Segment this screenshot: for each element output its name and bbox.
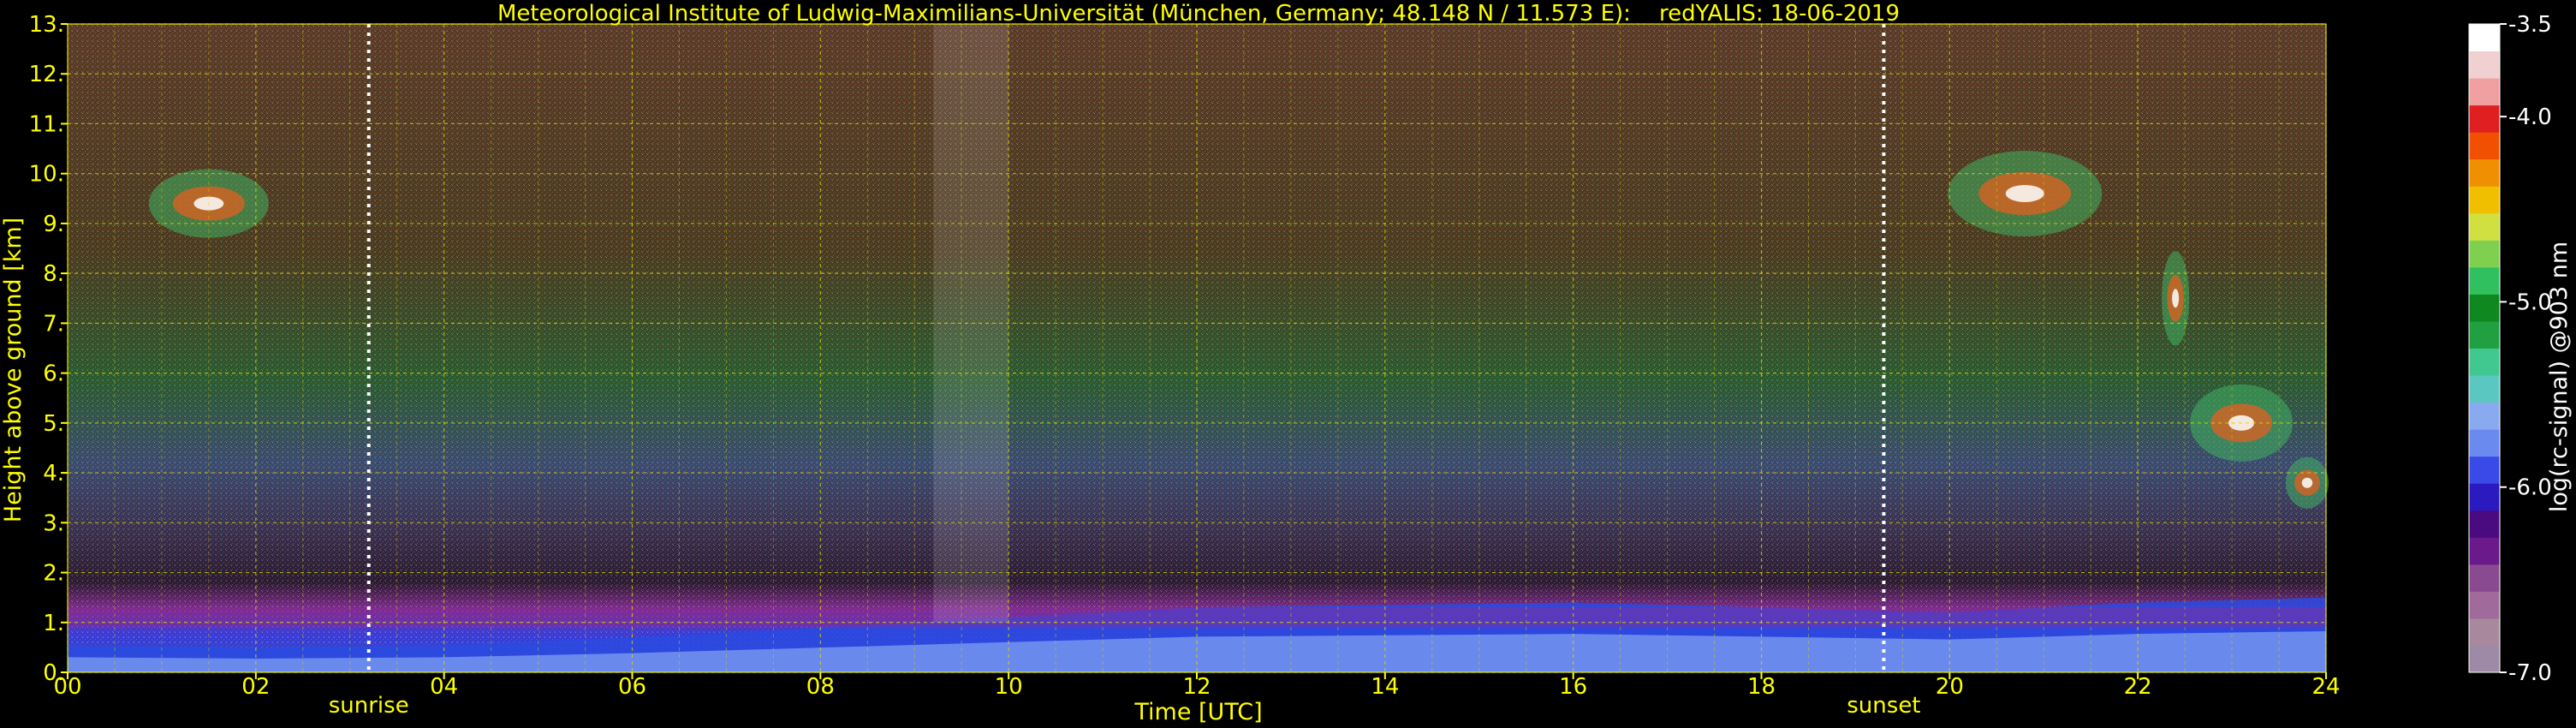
colorbar-segment (2469, 564, 2500, 592)
chart: 00 02 04 06 08 10 12 14 16 18 20 22 24 0.1.2.3.4.5.6… (0, 1, 2573, 725)
colorbar-segment (2469, 483, 2500, 511)
cloud-peak-1 (2005, 184, 2044, 202)
colorbar-segment (2469, 212, 2500, 241)
y-tick-label: 8. (43, 261, 64, 287)
y-tick-label: 7. (43, 311, 64, 337)
sunrise-label: sunrise (329, 693, 409, 719)
y-tick-label: 11. (29, 111, 64, 137)
colorbar-segment (2469, 402, 2500, 430)
colorbar-tick-label: -4.0 (2508, 104, 2552, 130)
colorbar-segment (2469, 618, 2500, 646)
x-tick-label: 24 (2311, 674, 2340, 700)
colorbar-segment (2469, 645, 2500, 673)
x-tick-label: 22 (2124, 674, 2152, 700)
colorbar-segment (2469, 51, 2500, 79)
x-tick-label: 06 (618, 674, 646, 700)
y-axis-label: Height above ground [km] (0, 218, 27, 522)
x-axis-label: Time [UTC] (1133, 699, 1262, 725)
y-tick-label: 12. (29, 62, 64, 87)
colorbar-segment (2469, 186, 2500, 214)
colorbar-segment (2469, 375, 2500, 403)
colorbar-segment (2469, 456, 2500, 484)
x-tick-label: 10 (995, 674, 1023, 700)
y-tick-label: 9. (43, 212, 64, 237)
y-tick-label: 1. (43, 611, 64, 636)
y-tick-label: 6. (43, 361, 64, 387)
y-tick-label: 5. (43, 411, 64, 437)
x-tick-label: 04 (430, 674, 458, 700)
colorbar-segment (2469, 240, 2500, 268)
colorbar-segment (2469, 537, 2500, 565)
colorbar-tick-label: -3.5 (2508, 12, 2552, 38)
colorbar-segment (2469, 294, 2500, 322)
colorbar-segment (2469, 348, 2500, 376)
y-ticks: 0. 1. 2. 3. 4. 5. 6. 7. 8. 9. 10. 11. 12. 13. (29, 12, 68, 686)
colorbar-segment (2469, 510, 2500, 538)
cloud-peak-4 (2301, 477, 2313, 488)
colorbar (2468, 23, 2501, 673)
colorbar-segment (2469, 104, 2500, 133)
y-tick-label: 3. (43, 510, 64, 536)
cloud-peak-2 (2172, 289, 2180, 308)
x-tick-label: 20 (1936, 674, 1964, 700)
colorbar-segment (2469, 429, 2500, 457)
y-tick-label: 0. (43, 660, 64, 686)
x-tick-label: 08 (806, 674, 835, 700)
x-tick-label: 02 (241, 674, 270, 700)
x-tick-label: 16 (1559, 674, 1587, 700)
colorbar-segment (2469, 78, 2500, 106)
x-tick-label: 18 (1747, 674, 1776, 700)
colorbar-label: log(rc-signal) @903 nm (2546, 242, 2573, 512)
colorbar-segment (2469, 132, 2500, 160)
chart-title: Meteorological Institute of Ludwig-Maxim… (497, 1, 1900, 27)
y-tick-label: 4. (43, 461, 64, 486)
y-tick-label: 13. (29, 12, 64, 38)
colorbar-ticks: -3.5-4.0-5.0-6.0-7.0 (2500, 12, 2552, 686)
colorbar-tick-label: -7.0 (2508, 660, 2552, 686)
y-tick-label: 10. (29, 162, 64, 188)
colorbar-segment (2469, 266, 2500, 295)
colorbar-segment (2469, 591, 2500, 619)
x-tick-label: 14 (1371, 674, 1399, 700)
colorbar-segment (2469, 24, 2500, 52)
colorbar-segment (2469, 320, 2500, 349)
x-tick-label: 12 (1182, 674, 1211, 700)
colorbar-segment (2469, 158, 2500, 187)
sunset-label: sunset (1847, 693, 1920, 719)
y-tick-label: 2. (43, 561, 64, 587)
residual-layer (68, 607, 2326, 628)
